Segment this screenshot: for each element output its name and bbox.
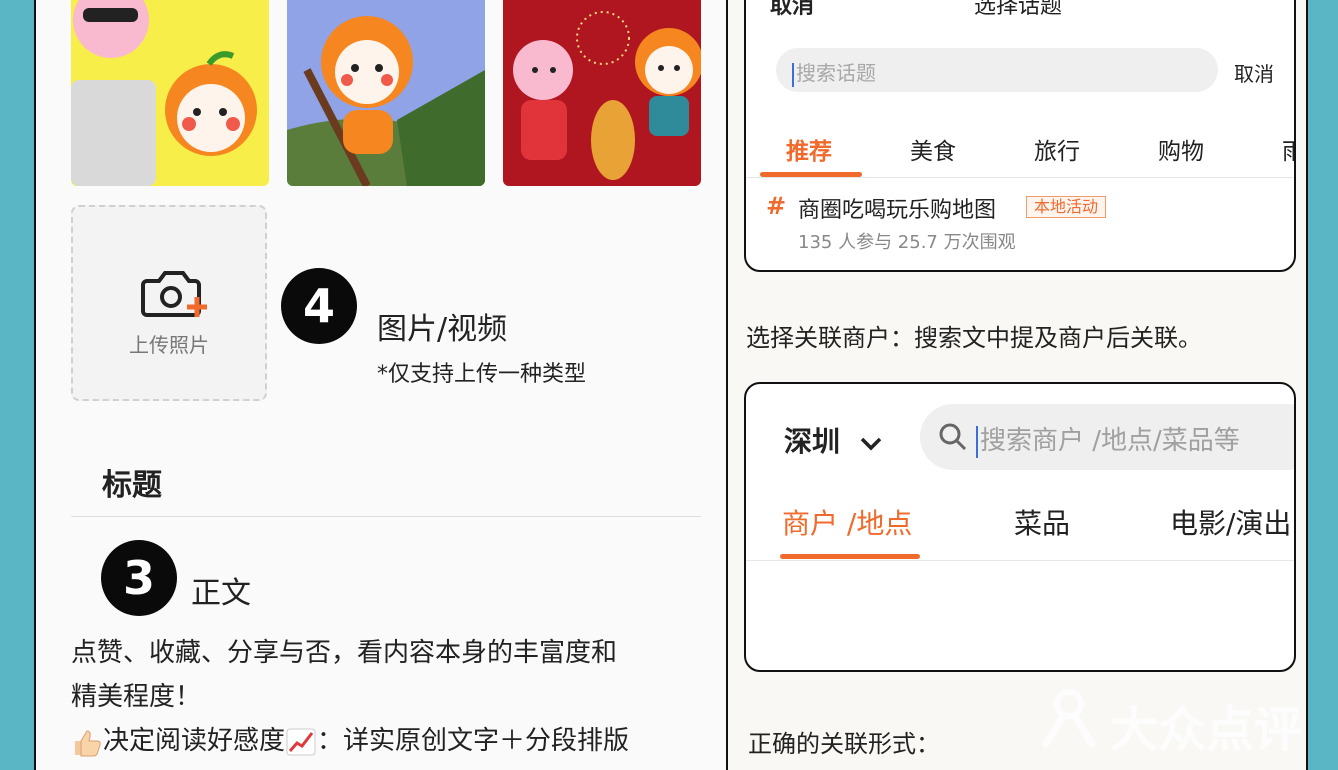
dianping-watermark-text: 大众点评 xyxy=(1110,702,1303,758)
city-name: 深圳 xyxy=(784,425,841,458)
merchant-tabs-divider xyxy=(746,560,1294,561)
media-type-title: 图片/视频 xyxy=(377,312,508,347)
topic-stats: 135 人参与 25.7 万次围观 xyxy=(798,232,1016,253)
guide-panel: 取消 选择话题 搜索话题 取消 推荐 美食 旅行 购物 雨 # 商圈吃喝玩乐购地… xyxy=(726,0,1308,770)
topic-tabs-divider xyxy=(746,177,1294,178)
tab-travel[interactable]: 旅行 xyxy=(1034,132,1080,166)
body-text-line-3: 决定阅读好感度 ：详实原创文字＋分段排版 xyxy=(71,720,629,757)
tab-movies-shows[interactable]: 电影/演出 xyxy=(1170,502,1291,542)
tab-recommended[interactable]: 推荐 xyxy=(786,132,832,166)
hashtag-icon: # xyxy=(766,192,787,220)
merchant-link-instruction: 选择关联商户：搜索文中提及商户后关联。 xyxy=(746,324,1202,352)
body-text-line-2: 精美程度！ xyxy=(71,682,202,712)
tab-dishes[interactable]: 菜品 xyxy=(1014,502,1070,542)
step-4-badge: 4 xyxy=(281,268,357,344)
camera-plus-icon xyxy=(141,271,207,317)
photo-thumbnail-2[interactable] xyxy=(287,0,485,186)
upload-photo-button[interactable]: 上传照片 xyxy=(71,205,267,401)
photo-thumbnail-1[interactable] xyxy=(71,0,269,186)
city-selector[interactable]: 深圳 xyxy=(784,420,884,460)
chevron-down-icon xyxy=(860,437,882,451)
thumbs-up-icon xyxy=(71,727,103,757)
merchant-search-placeholder: 搜索商户 /地点/菜品等 xyxy=(980,426,1240,456)
chart-increasing-icon xyxy=(285,727,317,757)
media-type-note: *仅支持上传一种类型 xyxy=(377,362,587,387)
merchant-search-input[interactable]: 搜索商户 /地点/菜品等 xyxy=(920,404,1294,470)
topic-selector-title: 选择话题 xyxy=(974,0,1063,19)
dianping-logo-icon xyxy=(1042,689,1096,748)
tab-food[interactable]: 美食 xyxy=(910,132,956,166)
title-field-label[interactable]: 标题 xyxy=(102,460,162,504)
tab-more[interactable]: 雨 xyxy=(1282,132,1294,166)
topic-cancel-top[interactable]: 取消 xyxy=(770,0,814,20)
tab-merchant-location[interactable]: 商户 /地点 xyxy=(782,502,912,542)
step-3-badge: 3 xyxy=(101,540,177,616)
topic-selector-card: 取消 选择话题 搜索话题 取消 推荐 美食 旅行 购物 雨 # 商圈吃喝玩乐购地… xyxy=(744,0,1296,272)
title-divider xyxy=(71,516,701,517)
correct-link-form-label: 正确的关联形式： xyxy=(748,730,940,758)
topic-name: 商圈吃喝玩乐购地图 xyxy=(798,198,997,223)
tab-shopping[interactable]: 购物 xyxy=(1158,132,1204,166)
local-activity-badge: 本地活动 xyxy=(1026,196,1107,218)
tab-merchant-underline xyxy=(780,554,920,559)
body-text-line-3-b: ：详实原创文字＋分段排版 xyxy=(317,726,630,756)
merchant-selector-card: 深圳 搜索商户 /地点/菜品等 商户 /地点 菜品 电影/演出 xyxy=(744,382,1296,672)
topic-search-input[interactable]: 搜索话题 xyxy=(776,48,1218,92)
photo-thumbnail-3[interactable] xyxy=(503,0,701,186)
topic-search-cancel-button[interactable]: 取消 xyxy=(1234,58,1274,87)
topic-search-placeholder: 搜索话题 xyxy=(796,61,876,85)
body-section-title: 正文 xyxy=(191,576,251,611)
search-icon xyxy=(939,423,967,451)
post-editor-panel: 上传照片 4 图片/视频 *仅支持上传一种类型 标题 3 正文 点赞、收藏、分享… xyxy=(34,0,728,770)
upload-photo-label: 上传照片 xyxy=(129,333,209,357)
body-text-line-3-a: 决定阅读好感度 xyxy=(103,726,286,756)
dianping-watermark: 大众点评 xyxy=(1036,684,1326,758)
body-text-line-1: 点赞、收藏、分享与否，看内容本身的丰富度和 xyxy=(71,638,618,668)
